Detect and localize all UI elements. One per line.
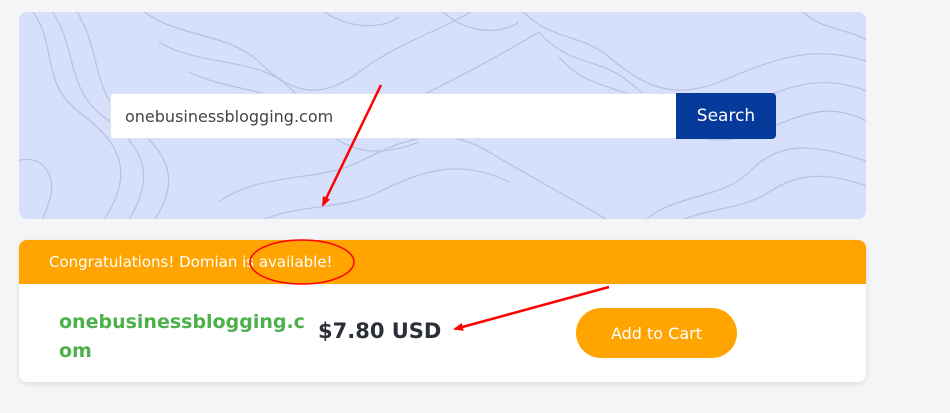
search-bar: Search bbox=[110, 93, 776, 139]
availability-message: Congratulations! Domian bbox=[49, 253, 243, 271]
domain-result-card: Congratulations! Domian is available! on… bbox=[19, 240, 866, 382]
search-hero: Search bbox=[19, 12, 866, 219]
availability-status: is available! bbox=[242, 253, 333, 271]
domain-search-page: Search Congratulations! Domian is availa… bbox=[0, 0, 950, 413]
search-button[interactable]: Search bbox=[676, 93, 776, 139]
result-domain-name: onebusinessblogging.com bbox=[59, 311, 305, 362]
add-to-cart-button[interactable]: Add to Cart bbox=[576, 308, 737, 358]
domain-price: $7.80 USD bbox=[318, 319, 442, 343]
availability-banner: Congratulations! Domian is available! bbox=[19, 240, 866, 284]
domain-search-input[interactable] bbox=[110, 93, 676, 139]
